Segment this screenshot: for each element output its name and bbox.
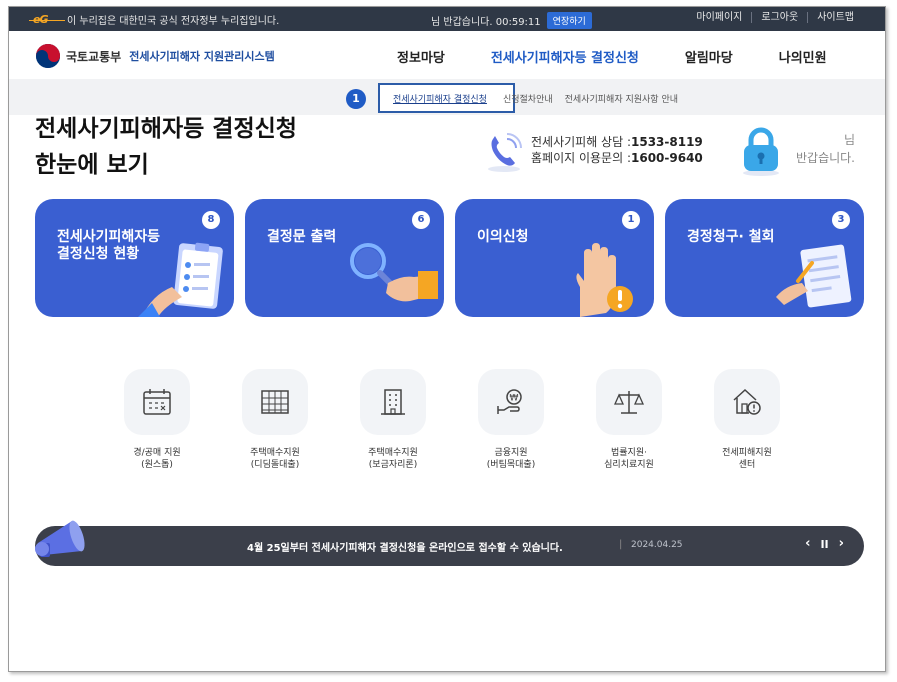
raised-hand-icon [576,243,633,317]
step-badge: 1 [346,89,366,109]
count-badge: 3 [832,211,850,229]
gov-banner: eG 이 누리집은 대한민국 공식 전자정부 누리집입니다. 님 반갑습니다. … [9,7,885,31]
card-title: 이의신청 [477,229,529,245]
svg-text:₩: ₩ [510,394,519,404]
card-decision-print[interactable]: 결정문 출력 6 [245,199,444,317]
user-greeting: 님 반갑습니다. [795,133,855,165]
service-label: 금융지원 (버팀목대출) [486,448,536,470]
card-correction-withdrawal[interactable]: 경정청구· 철회 3 [665,199,864,317]
notice-next-button[interactable]: › [839,536,844,551]
notice-date: 2024.04.25 [631,540,683,550]
system-name: 전세사기피해자 지원관리시스템 [129,50,275,63]
subnav-support[interactable]: 전세사기피해자 지원사항 안내 [565,92,678,105]
service-didimdol-loan[interactable]: 주택매수지원 (디딤돌대출) [235,369,315,471]
service-bogeumjari-loan[interactable]: 주택매수지원 (보금자리론) [353,369,433,471]
page-title: 전세사기피해자등 결정신청 한눈에 보기 [35,116,297,178]
subnav-apply[interactable]: 전세사기피해자 결정신청 [393,92,487,105]
count-badge: 6 [412,211,430,229]
magnifier-icon [350,243,438,302]
service-label: 주택매수지원 (디딤돌대출) [250,448,300,470]
service-auction-support[interactable]: 경/공매 지원 (원스톱) [117,369,197,471]
browser-frame: eG 이 누리집은 대한민국 공식 전자정부 누리집입니다. 님 반갑습니다. … [8,6,886,672]
ministry-name: 국토교통부 [66,49,122,64]
service-damage-center[interactable]: 전세피해지원 센터 [707,369,787,471]
notice-prev-button[interactable]: ‹ [805,536,810,551]
nav-application[interactable]: 전세사기피해자등 결정신청 [490,47,639,81]
notice-pause-button[interactable]: II [820,538,828,551]
calendar-icon [143,389,171,415]
notice-text[interactable]: 4월 25일부터 전세사기피해자 결정신청을 온라인으로 접수할 수 있습니다. [247,539,563,554]
megaphone-icon [35,520,85,557]
nav-notices[interactable]: 알림마당 [685,47,733,66]
support-services: 경/공매 지원 (원스톱) 주택매수지원 (디딤돌대출) 주택매수지원 (보금자… [117,369,789,479]
won-hand-icon: ₩ [497,389,522,414]
logout-link[interactable]: 로그아웃 [751,12,807,23]
egov-logo: eG [29,13,65,26]
service-label: 경/공매 지원 (원스톱) [133,448,181,470]
count-badge: 8 [202,211,220,229]
phone-icon [488,133,522,172]
sub-nav: 1 전세사기피해자 결정신청 신청절차안내 전세사기피해자 지원사항 안내 [9,79,885,115]
nav-my-petitions[interactable]: 나의민원 [779,47,827,66]
taeguk-emblem-icon [36,44,60,68]
service-label: 전세피해지원 센터 [722,448,772,470]
card-objection[interactable]: 이의신청 1 [455,199,654,317]
service-label: 주택매수지원 (보금자리론) [368,448,418,470]
mypage-link[interactable]: 마이페이지 [687,12,751,23]
gov-notice-text: 이 누리집은 대한민국 공식 전자정부 누리집입니다. [67,16,280,27]
notice-separator: | [619,539,623,550]
extend-session-button[interactable]: 연장하기 [546,12,592,29]
card-application-status[interactable]: 전세사기피해자등 결정신청 현황 8 [35,199,234,317]
site-logo[interactable]: 국토교통부 전세사기피해자 지원관리시스템 [36,44,275,68]
clipboard-icon [138,242,223,317]
service-financial-support[interactable]: ₩ 금융지원 (버팀목대출) [471,369,551,471]
card-title: 결정문 출력 [267,229,337,245]
scale-icon [613,391,645,414]
document-pen-icon [776,244,852,308]
subnav-procedure[interactable]: 신청절차안내 [503,92,553,105]
count-badge: 1 [622,211,640,229]
office-icon [381,389,405,415]
building-icon [261,390,289,414]
nav-info[interactable]: 정보마당 [397,47,445,66]
notice-bar: 4월 25일부터 전세사기피해자 결정신청을 온라인으로 접수할 수 있습니다.… [35,526,864,566]
sitemap-link[interactable]: 사이트맵 [807,12,863,23]
service-label: 법률지원· 심리치료지원 [604,448,654,470]
service-legal-support[interactable]: 법률지원· 심리치료지원 [589,369,669,471]
lock-icon [743,127,779,176]
session-status: 님 반갑습니다. 00:59:11 [431,17,541,28]
site-header: 국토교통부 전세사기피해자 지원관리시스템 정보마당 전세사기피해자등 결정신청… [9,31,885,81]
card-title: 경정청구· 철회 [687,229,775,245]
house-alert-icon [733,388,761,415]
main-nav: 정보마당 전세사기피해자등 결정신청 알림마당 나의민원 [397,47,827,81]
service-cards: 전세사기피해자등 결정신청 현황 8 결정문 출력 6 이의신청 1 경정청구·… [35,199,865,317]
